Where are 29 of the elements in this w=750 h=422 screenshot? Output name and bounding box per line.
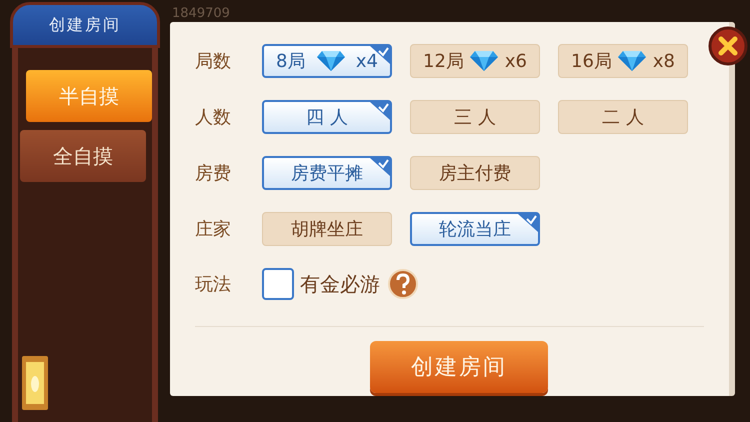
diamond-icon: [617, 50, 648, 72]
diamond-icon: [316, 50, 346, 72]
option-button[interactable]: 三 人: [410, 100, 540, 134]
option-button[interactable]: 胡牌坐庄: [262, 212, 392, 246]
header-title: 创建房间: [49, 14, 121, 36]
mode-tab[interactable]: 全自摸: [20, 130, 146, 182]
checkbox[interactable]: [262, 268, 294, 300]
diamond-icon: [469, 50, 500, 72]
help-icon[interactable]: [388, 269, 418, 299]
row-label: 庄家: [195, 218, 232, 242]
option-button[interactable]: 轮流当庄: [410, 212, 540, 246]
row-label: 局数: [195, 50, 232, 74]
check-corner-icon: [370, 158, 390, 176]
option-button[interactable]: 房费平摊: [262, 156, 392, 190]
row-label: 人数: [195, 106, 232, 130]
lantern-icon: [20, 354, 50, 412]
option-button[interactable]: 16局 x8: [558, 44, 688, 78]
row-label: 房费: [195, 162, 232, 186]
check-corner-icon: [370, 102, 390, 120]
close-icon[interactable]: [708, 26, 748, 66]
row-label: 玩法: [195, 272, 232, 296]
option-button[interactable]: 8局 x4: [262, 44, 392, 78]
check-corner-icon: [518, 214, 538, 232]
option-button[interactable]: 二 人: [558, 100, 688, 134]
option-button[interactable]: 房主付费: [410, 156, 540, 190]
player-id: 1849709: [172, 5, 230, 23]
option-button[interactable]: 四 人: [262, 100, 392, 134]
checkbox-label: 有金必游: [300, 271, 380, 298]
option-button[interactable]: 12局 x6: [410, 44, 540, 78]
